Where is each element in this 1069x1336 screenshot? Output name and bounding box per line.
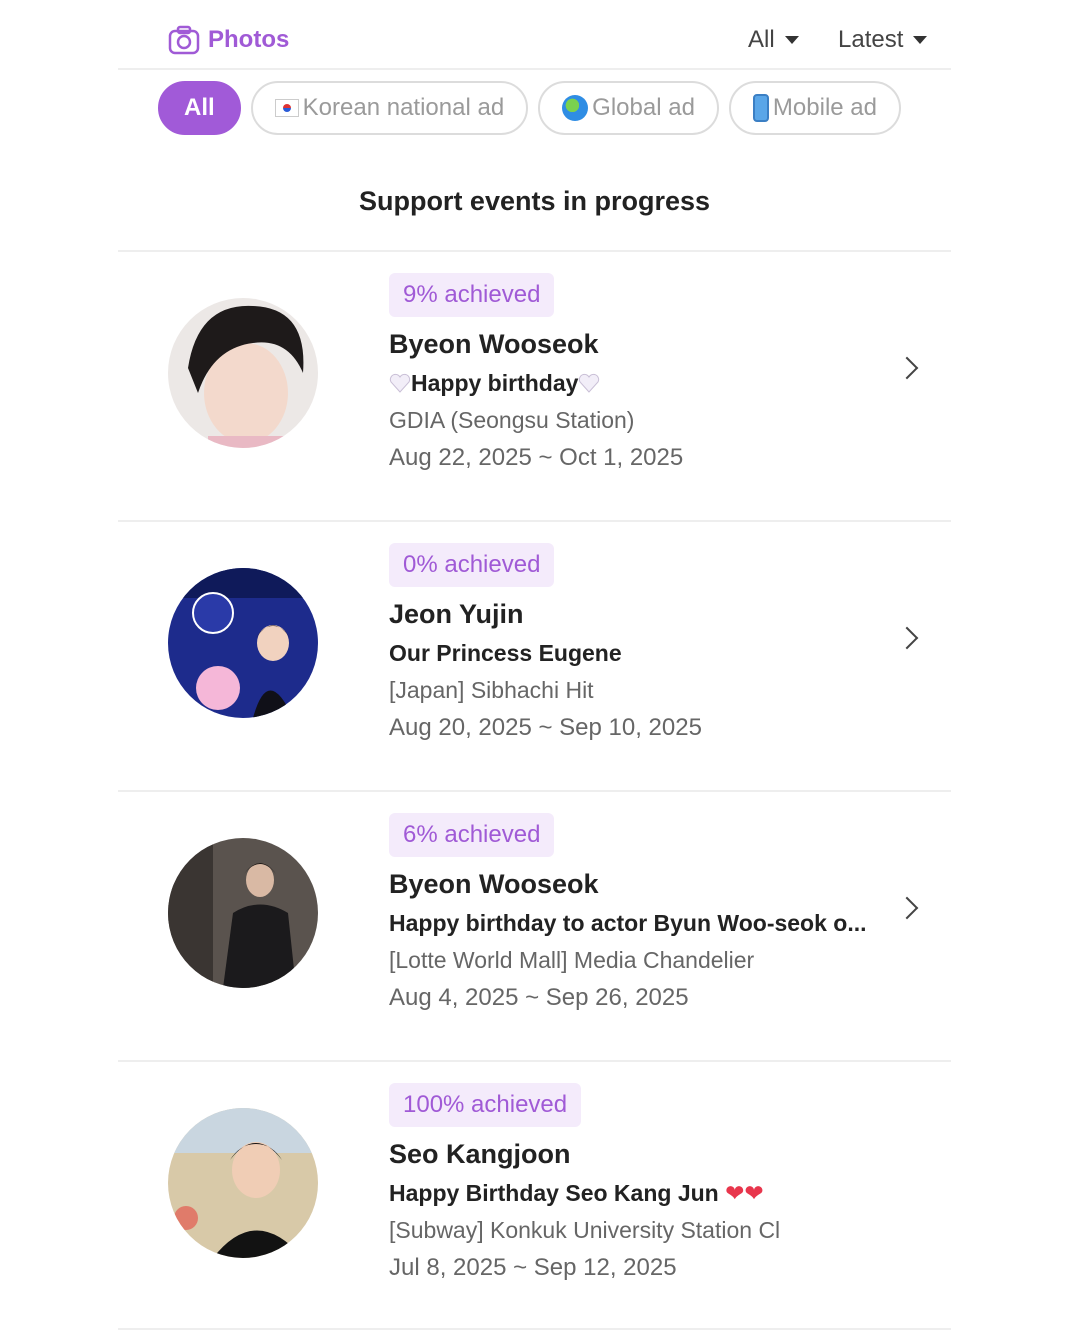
ad-type-chips: All Korean national ad Global ad Mobile … bbox=[158, 81, 901, 135]
chip-mobile-ad[interactable]: Mobile ad bbox=[728, 81, 901, 135]
event-message: Happy Birthday Seo Kang Jun ❤❤ bbox=[389, 1180, 879, 1207]
avatar bbox=[168, 298, 318, 448]
chip-global-ad[interactable]: Global ad bbox=[538, 81, 719, 135]
photos-tab[interactable]: Photos bbox=[168, 24, 289, 56]
event-dates: Aug 4, 2025 ~ Sep 26, 2025 bbox=[389, 984, 689, 1011]
event-row[interactable]: 0% achieved Jeon Yujin Our Princess Euge… bbox=[118, 520, 951, 790]
chevron-right-icon bbox=[895, 626, 919, 650]
event-list: 9% achieved Byeon Wooseok Happy birthday… bbox=[118, 250, 951, 1330]
chevron-right-icon bbox=[895, 356, 919, 380]
event-row[interactable]: 9% achieved Byeon Wooseok Happy birthday… bbox=[118, 250, 951, 520]
red-heart-icon: ❤ bbox=[725, 1180, 745, 1206]
section-title: Support events in progress bbox=[358, 186, 711, 216]
korean-flag-icon bbox=[274, 99, 299, 117]
event-row[interactable]: 6% achieved Byeon Wooseok Happy birthday… bbox=[118, 790, 951, 1060]
event-info: 0% achieved Jeon Yujin Our Princess Euge… bbox=[389, 543, 889, 742]
white-heart-icon bbox=[578, 372, 600, 393]
chip-korean-national-ad[interactable]: Korean national ad bbox=[250, 81, 529, 135]
white-heart-icon bbox=[389, 372, 411, 393]
chevron-right-icon bbox=[895, 896, 919, 920]
achievement-badge: 6% achieved bbox=[389, 813, 555, 857]
event-venue: GDIA (Seongsu Station) bbox=[389, 407, 635, 433]
event-venue: [Subway] Konkuk University Station Cl bbox=[389, 1217, 781, 1243]
event-message: Happy birthday to actor Byun Woo-seok o.… bbox=[389, 910, 867, 936]
category-filter-dropdown[interactable]: All bbox=[748, 26, 799, 54]
event-message: Happy birthday bbox=[389, 370, 879, 397]
avatar bbox=[168, 838, 318, 988]
event-info: 6% achieved Byeon Wooseok Happy birthday… bbox=[389, 813, 889, 1012]
event-info: 100% achieved Seo Kangjoon Happy Birthda… bbox=[389, 1083, 889, 1282]
sort-dropdown[interactable]: Latest bbox=[838, 26, 928, 54]
event-message-text: Happy birthday bbox=[411, 370, 579, 396]
photos-label: Photos bbox=[208, 26, 290, 53]
photos-page: Photos All Latest All Korean national ad… bbox=[118, 0, 951, 1336]
chip-label: Korean national ad bbox=[302, 94, 505, 121]
artist-name: Byeon Wooseok bbox=[389, 329, 599, 359]
caret-down-icon bbox=[913, 36, 928, 44]
event-dates: Aug 20, 2025 ~ Sep 10, 2025 bbox=[389, 714, 702, 741]
category-filter-label: All bbox=[748, 26, 775, 53]
chip-label: Global ad bbox=[592, 94, 695, 121]
event-info: 9% achieved Byeon Wooseok Happy birthday… bbox=[389, 273, 889, 472]
event-dates: Jul 8, 2025 ~ Sep 12, 2025 bbox=[389, 1254, 677, 1281]
globe-icon bbox=[562, 95, 589, 121]
event-row[interactable]: 100% achieved Seo Kangjoon Happy Birthda… bbox=[118, 1060, 951, 1330]
event-venue: [Lotte World Mall] Media Chandelier bbox=[389, 947, 755, 973]
event-message: Our Princess Eugene bbox=[389, 640, 622, 666]
top-bar: Photos All Latest bbox=[118, 0, 951, 70]
event-message-text: Happy Birthday Seo Kang Jun bbox=[389, 1180, 719, 1206]
chip-all[interactable]: All bbox=[158, 81, 241, 135]
sort-label: Latest bbox=[838, 26, 904, 53]
caret-down-icon bbox=[784, 36, 799, 44]
red-heart-icon: ❤ bbox=[744, 1180, 764, 1206]
achievement-badge: 100% achieved bbox=[389, 1083, 582, 1127]
mobile-phone-icon bbox=[752, 94, 769, 122]
event-venue: [Japan] Sibhachi Hit bbox=[389, 677, 594, 703]
camera-icon bbox=[168, 25, 200, 55]
artist-name: Byeon Wooseok bbox=[389, 869, 599, 899]
event-dates: Aug 22, 2025 ~ Oct 1, 2025 bbox=[389, 444, 684, 471]
achievement-badge: 9% achieved bbox=[389, 273, 555, 317]
achievement-badge: 0% achieved bbox=[389, 543, 555, 587]
chip-label: All bbox=[184, 94, 215, 121]
avatar bbox=[168, 1108, 318, 1258]
artist-name: Seo Kangjoon bbox=[389, 1139, 571, 1169]
artist-name: Jeon Yujin bbox=[389, 599, 524, 629]
chip-label: Mobile ad bbox=[772, 94, 877, 121]
avatar bbox=[168, 568, 318, 718]
